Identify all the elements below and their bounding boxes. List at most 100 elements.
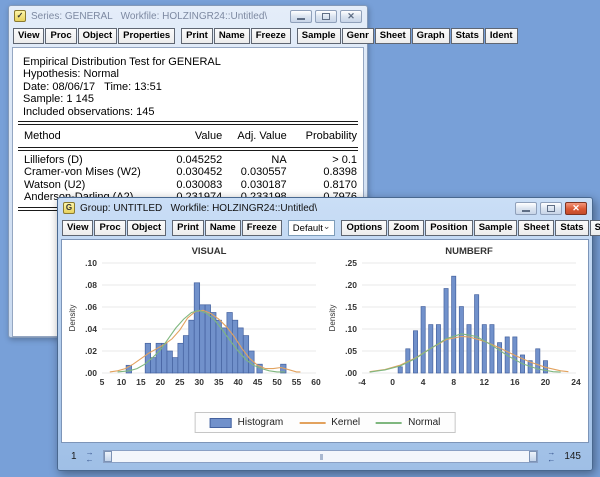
legend-label: Kernel	[331, 417, 360, 428]
kernel-line-icon	[299, 422, 325, 424]
arrow-left-icon[interactable]: ←	[547, 456, 555, 463]
toolbar-button-stats[interactable]: Stats	[555, 220, 588, 236]
svg-text:12: 12	[480, 377, 490, 387]
toolbar-button-stats[interactable]: Stats	[451, 28, 484, 44]
toolbar-button-ident[interactable]: Ident	[485, 28, 518, 44]
normal-line-icon	[376, 422, 402, 424]
minimize-button[interactable]	[515, 202, 537, 215]
series-icon: ✓	[14, 10, 26, 22]
svg-text:25: 25	[175, 377, 185, 387]
toolbar-button-freeze[interactable]: Freeze	[251, 28, 291, 44]
toolbar-button-options[interactable]: Options	[341, 220, 387, 236]
minimize-icon	[522, 210, 530, 212]
table-cell: Probability	[287, 128, 357, 144]
slider-center-mark	[320, 454, 323, 460]
series-window-title: Series: GENERAL Workfile: HOLZINGR24::Un…	[31, 11, 267, 22]
toolbar-group: OptionsZoomPositionSampleSheetStatsSpec	[341, 220, 600, 236]
slider-right-handle[interactable]	[529, 451, 537, 462]
toolbar-button-graph[interactable]: Graph	[412, 28, 450, 44]
view-type-value: Default	[293, 223, 323, 234]
sample-range-slider[interactable]	[103, 450, 539, 463]
svg-text:.00: .00	[85, 368, 97, 378]
svg-text:.15: .15	[345, 302, 357, 312]
toolbar-button-sheet[interactable]: Sheet	[518, 220, 554, 236]
report-header-lines: Empirical Distribution Test for GENERALH…	[13, 56, 363, 118]
toolbar-button-print[interactable]: Print	[181, 28, 213, 44]
toolbar-button-name[interactable]: Name	[205, 220, 241, 236]
close-icon: ✕	[347, 12, 355, 21]
report-line-included-observations-145: Included observations: 145	[13, 106, 363, 118]
chart-legend: Histogram Kernel Normal	[195, 412, 456, 433]
series-window-titlebar[interactable]: ✓ Series: GENERAL Workfile: HOLZINGR24::…	[12, 6, 364, 26]
toolbar-button-object[interactable]: Object	[78, 28, 118, 44]
svg-text:.02: .02	[85, 346, 97, 356]
divider	[18, 121, 358, 125]
legend-item-normal: Normal	[376, 417, 440, 428]
toolbar-button-genr[interactable]: Genr	[342, 28, 374, 44]
toolbar-button-spec[interactable]: Spec	[590, 220, 600, 236]
svg-text:10: 10	[117, 377, 127, 387]
range-end-stepper[interactable]: → ←	[544, 449, 558, 463]
chart-visual: .00.02.04.06.08.105101520253035404550556…	[68, 245, 324, 395]
chevron-down-icon: ⌄	[323, 223, 331, 229]
table-cell: Cramer-von Mises (W2)	[19, 166, 166, 178]
toolbar-button-sample[interactable]: Sample	[474, 220, 518, 236]
view-type-dropdown[interactable]: Default ⌄	[288, 220, 336, 236]
toolbar-button-freeze[interactable]: Freeze	[242, 220, 282, 236]
slider-left-handle[interactable]	[104, 451, 112, 462]
toolbar-button-properties[interactable]: Properties	[118, 28, 175, 44]
table-row: Cramer-von Mises (W2)0.0304520.0305570.8…	[13, 166, 363, 178]
table-cell: 0.030083	[166, 179, 223, 191]
table-row: Lilliefors (D)0.045252NA> 0.1	[13, 154, 363, 166]
legend-label: Normal	[408, 417, 440, 428]
minimize-button[interactable]	[290, 10, 312, 23]
close-button[interactable]: ✕	[565, 202, 587, 215]
svg-text:45: 45	[253, 377, 263, 387]
group-window: G Group: UNTITLED Workfile: HOLZINGR24::…	[57, 197, 593, 471]
group-toolbar: ViewProcObject PrintNameFreeze Default ⌄…	[61, 218, 589, 239]
window-controls: ✕	[290, 10, 362, 23]
arrow-left-icon[interactable]: ←	[86, 456, 94, 463]
toolbar-group: SampleGenrSheetGraphStatsIdent	[297, 28, 518, 44]
svg-text:.04: .04	[85, 324, 97, 334]
graph-area: .00.02.04.06.08.105101520253035404550556…	[61, 239, 589, 443]
svg-text:.10: .10	[345, 324, 357, 334]
svg-text:5: 5	[100, 377, 105, 387]
desktop: ✓ Series: GENERAL Workfile: HOLZINGR24::…	[0, 0, 600, 477]
table-row: Watson (U2)0.0300830.0301870.8170	[13, 179, 363, 191]
toolbar-button-proc[interactable]: Proc	[94, 220, 125, 236]
minimize-icon	[297, 18, 305, 20]
range-start-stepper[interactable]: → ←	[83, 449, 97, 463]
toolbar-button-print[interactable]: Print	[172, 220, 204, 236]
group-window-title: Group: UNTITLED Workfile: HOLZINGR24::Un…	[80, 203, 317, 214]
close-button[interactable]: ✕	[340, 10, 362, 23]
toolbar-button-sample[interactable]: Sample	[297, 28, 341, 44]
toolbar-button-proc[interactable]: Proc	[45, 28, 76, 44]
toolbar-button-zoom[interactable]: Zoom	[388, 220, 424, 236]
table-cell: 0.8170	[287, 179, 357, 191]
svg-text:0: 0	[390, 377, 395, 387]
report-line-empirical-distribution-test-for-general: Empirical Distribution Test for GENERAL	[13, 56, 363, 68]
distribution-test-report: Empirical Distribution Test for GENERALH…	[13, 48, 363, 211]
maximize-button[interactable]	[315, 10, 337, 23]
table-cell: Value	[166, 128, 223, 144]
group-window-titlebar[interactable]: G Group: UNTITLED Workfile: HOLZINGR24::…	[61, 198, 589, 218]
svg-text:50: 50	[272, 377, 282, 387]
svg-text:8: 8	[451, 377, 456, 387]
table-cell: 0.030187	[222, 179, 286, 191]
svg-text:35: 35	[214, 377, 224, 387]
toolbar-button-view[interactable]: View	[62, 220, 93, 236]
toolbar-button-name[interactable]: Name	[214, 28, 250, 44]
svg-text:30: 30	[195, 377, 205, 387]
toolbar-button-position[interactable]: Position	[425, 220, 472, 236]
toolbar-button-object[interactable]: Object	[127, 220, 167, 236]
legend-label: Histogram	[238, 417, 284, 428]
toolbar-group: ViewProcObjectProperties	[13, 28, 175, 44]
svg-text:24: 24	[571, 377, 581, 387]
table-cell: Method	[19, 128, 166, 144]
svg-text:VISUAL: VISUAL	[192, 246, 227, 257]
maximize-button[interactable]	[540, 202, 562, 215]
toolbar-button-sheet[interactable]: Sheet	[375, 28, 411, 44]
toolbar-button-view[interactable]: View	[13, 28, 44, 44]
table-cell: 0.045252	[166, 154, 223, 166]
